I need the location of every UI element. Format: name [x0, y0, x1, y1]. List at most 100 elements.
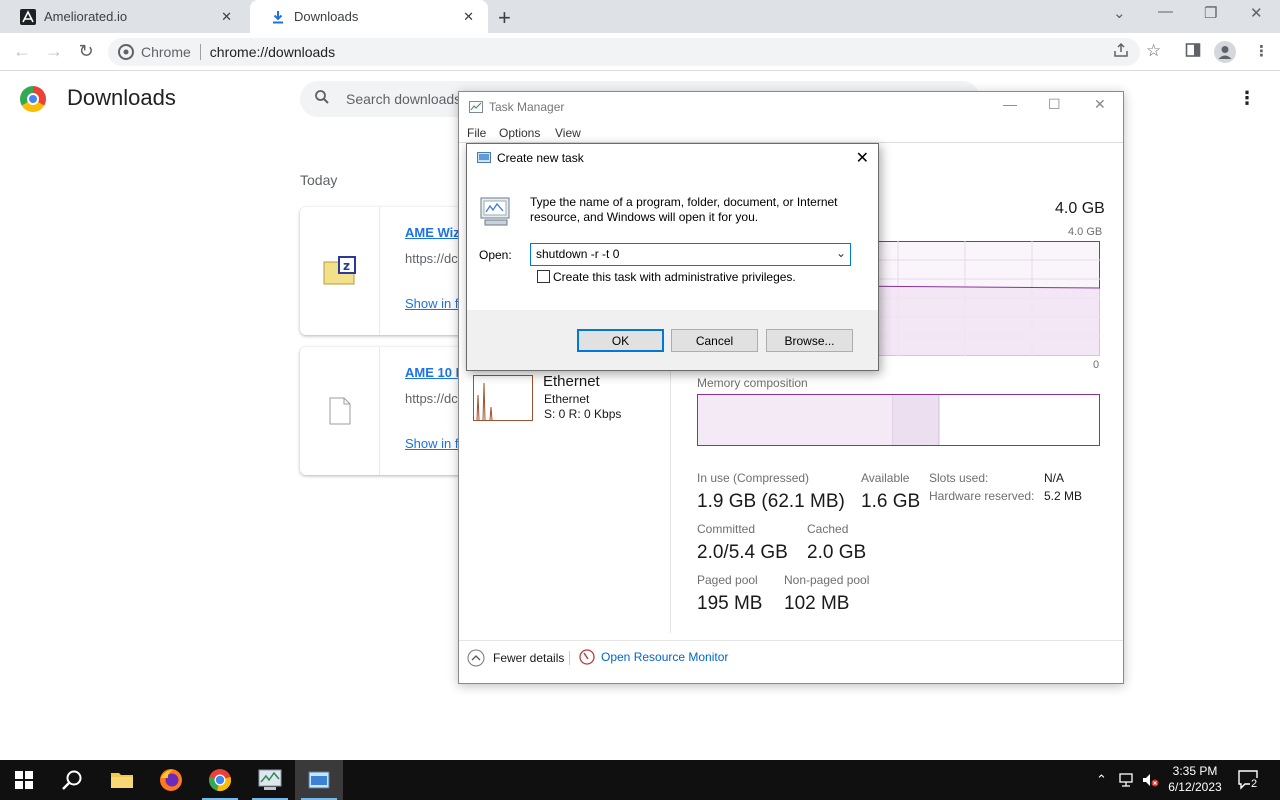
dialog-content-area	[467, 144, 878, 310]
taskbar: ⌃ 3:35 PM 6/12/2023 2	[0, 760, 1280, 800]
search-placeholder: Search downloads	[346, 91, 462, 107]
tab-ameliorated[interactable]: Ameliorated.io ✕	[0, 0, 246, 33]
task-manager-taskbar-button[interactable]	[246, 760, 294, 800]
task-manager-titlebar[interactable]: Task Manager — ☐ ✕	[459, 92, 1123, 122]
create-new-task-dialog: Create new task ✕ Type the name of a pro…	[466, 143, 879, 371]
run-program-icon	[479, 195, 513, 232]
chrome-logo	[20, 86, 46, 112]
open-resource-monitor-link[interactable]: Open Resource Monitor	[579, 649, 728, 665]
chevron-down-icon[interactable]: ⌄	[836, 246, 846, 260]
back-button[interactable]: ←	[11, 41, 33, 62]
tab-label: Ameliorated.io	[44, 9, 128, 24]
graph-max-label: 4.0 GB	[1068, 226, 1103, 238]
action-center-button[interactable]: 2	[1238, 770, 1260, 795]
new-tab-button[interactable]: +	[498, 5, 511, 31]
tm-close-button[interactable]: ✕	[1094, 96, 1106, 113]
search-icon	[314, 89, 330, 110]
folder-icon	[111, 773, 133, 788]
ameliorated-favicon	[20, 8, 36, 25]
menu-file[interactable]: File	[467, 126, 486, 140]
ethernet-subtitle: Ethernet	[544, 392, 590, 406]
paged-pool-label: Paged pool	[697, 573, 758, 587]
memory-composition-bar	[697, 394, 1100, 446]
download-source-url[interactable]: https://dc	[405, 251, 458, 266]
hardware-reserved-label: Hardware reserved:	[929, 489, 1035, 503]
site-label: Chrome	[141, 44, 191, 60]
footer-divider	[459, 640, 1123, 641]
tab-search-icon[interactable]: ⌄	[1113, 4, 1126, 22]
open-command-input[interactable]: shutdown -r -t 0 ⌄	[530, 243, 851, 266]
show-in-folder-link[interactable]: Show in f	[405, 436, 458, 451]
menu-view[interactable]: View	[555, 126, 581, 140]
forward-button[interactable]: →	[43, 41, 65, 62]
firefox-button[interactable]	[147, 760, 195, 800]
date-section-heading: Today	[300, 172, 338, 188]
clock-date: 6/12/2023	[1168, 780, 1222, 794]
tm-minimize-button[interactable]: —	[1003, 96, 1017, 112]
system-clock[interactable]: 3:35 PM 6/12/2023	[1160, 763, 1230, 795]
fewer-details-label: Fewer details	[493, 651, 565, 665]
address-bar[interactable]: Chrome chrome://downloads	[108, 38, 1140, 66]
memory-composition-label: Memory composition	[697, 376, 808, 390]
ethernet-rate: S: 0 R: 0 Kbps	[544, 407, 622, 421]
close-tab-icon[interactable]: ✕	[463, 9, 474, 25]
footer-separator	[569, 651, 570, 665]
search-icon	[62, 770, 82, 790]
cached-label: Cached	[807, 522, 849, 536]
profile-icon	[1218, 46, 1232, 59]
file-explorer-button[interactable]	[98, 760, 146, 800]
menu-options[interactable]: Options	[499, 126, 540, 140]
run-dialog-taskbar-button[interactable]	[295, 760, 343, 800]
site-chip[interactable]: Chrome	[118, 44, 191, 60]
windows-logo-icon	[15, 771, 33, 789]
notification-count: 2	[1250, 778, 1259, 790]
downloads-menu-icon[interactable]: ⋮	[1238, 88, 1256, 109]
chrome-icon	[209, 769, 231, 791]
cancel-button[interactable]: Cancel	[671, 329, 758, 352]
download-source-url[interactable]: https://dc	[405, 391, 458, 406]
task-manager-title: Task Manager	[489, 100, 565, 114]
clock-time: 3:35 PM	[1172, 764, 1218, 778]
minimize-button[interactable]: —	[1158, 3, 1173, 20]
volume-muted-icon[interactable]	[1141, 771, 1159, 794]
open-command-value: shutdown -r -t 0	[536, 247, 620, 261]
tm-maximize-button[interactable]: ☐	[1048, 96, 1061, 113]
download-filename-link[interactable]: AME Wiz	[405, 225, 460, 240]
chrome-menu-icon[interactable]: ⋮	[1254, 42, 1269, 60]
taskbar-search-button[interactable]	[48, 760, 96, 800]
close-window-button[interactable]: ✕	[1250, 4, 1263, 22]
dialog-close-button[interactable]: ✕	[856, 148, 869, 168]
admin-privileges-checkbox[interactable]	[537, 270, 550, 283]
profile-avatar[interactable]	[1214, 41, 1236, 63]
ethernet-title: Ethernet	[543, 373, 600, 390]
chrome-taskbar-button[interactable]	[196, 760, 244, 800]
restore-button[interactable]: ❐	[1204, 4, 1217, 22]
ok-button[interactable]: OK	[577, 329, 664, 352]
download-filename-link[interactable]: AME 10 B	[405, 365, 465, 380]
network-icon[interactable]	[1118, 771, 1136, 794]
ethernet-thumbnail-graph	[473, 375, 533, 421]
close-tab-icon[interactable]: ✕	[221, 9, 232, 25]
slots-used-label: Slots used:	[929, 471, 989, 485]
committed-label: Committed	[697, 522, 756, 536]
start-button[interactable]	[0, 760, 48, 800]
cached-value: 2.0 GB	[807, 542, 867, 563]
admin-privileges-label[interactable]: Create this task with administrative pri…	[553, 270, 796, 284]
tab-downloads[interactable]: Downloads ✕	[250, 0, 488, 33]
url-text: chrome://downloads	[209, 44, 336, 60]
dialog-description: Type the name of a program, folder, docu…	[530, 195, 838, 224]
browse-button[interactable]: Browse...	[766, 329, 853, 352]
in-use-value: 1.9 GB (62.1 MB)	[697, 491, 845, 512]
bookmark-star-icon[interactable]: ☆	[1146, 41, 1161, 61]
show-hidden-icons-chevron-icon[interactable]: ⌃	[1096, 772, 1107, 788]
task-manager-icon	[258, 769, 282, 790]
file-icon-column: z	[300, 207, 380, 335]
available-label: Available	[861, 471, 910, 485]
share-icon[interactable]	[1113, 42, 1129, 62]
show-in-folder-link[interactable]: Show in f	[405, 296, 458, 311]
fewer-details-button[interactable]: Fewer details	[467, 649, 564, 667]
side-panel-icon[interactable]	[1185, 42, 1201, 62]
reload-button[interactable]: ↻	[75, 41, 97, 62]
zip-file-icon: z	[323, 256, 356, 285]
resource-monitor-icon	[579, 649, 595, 665]
